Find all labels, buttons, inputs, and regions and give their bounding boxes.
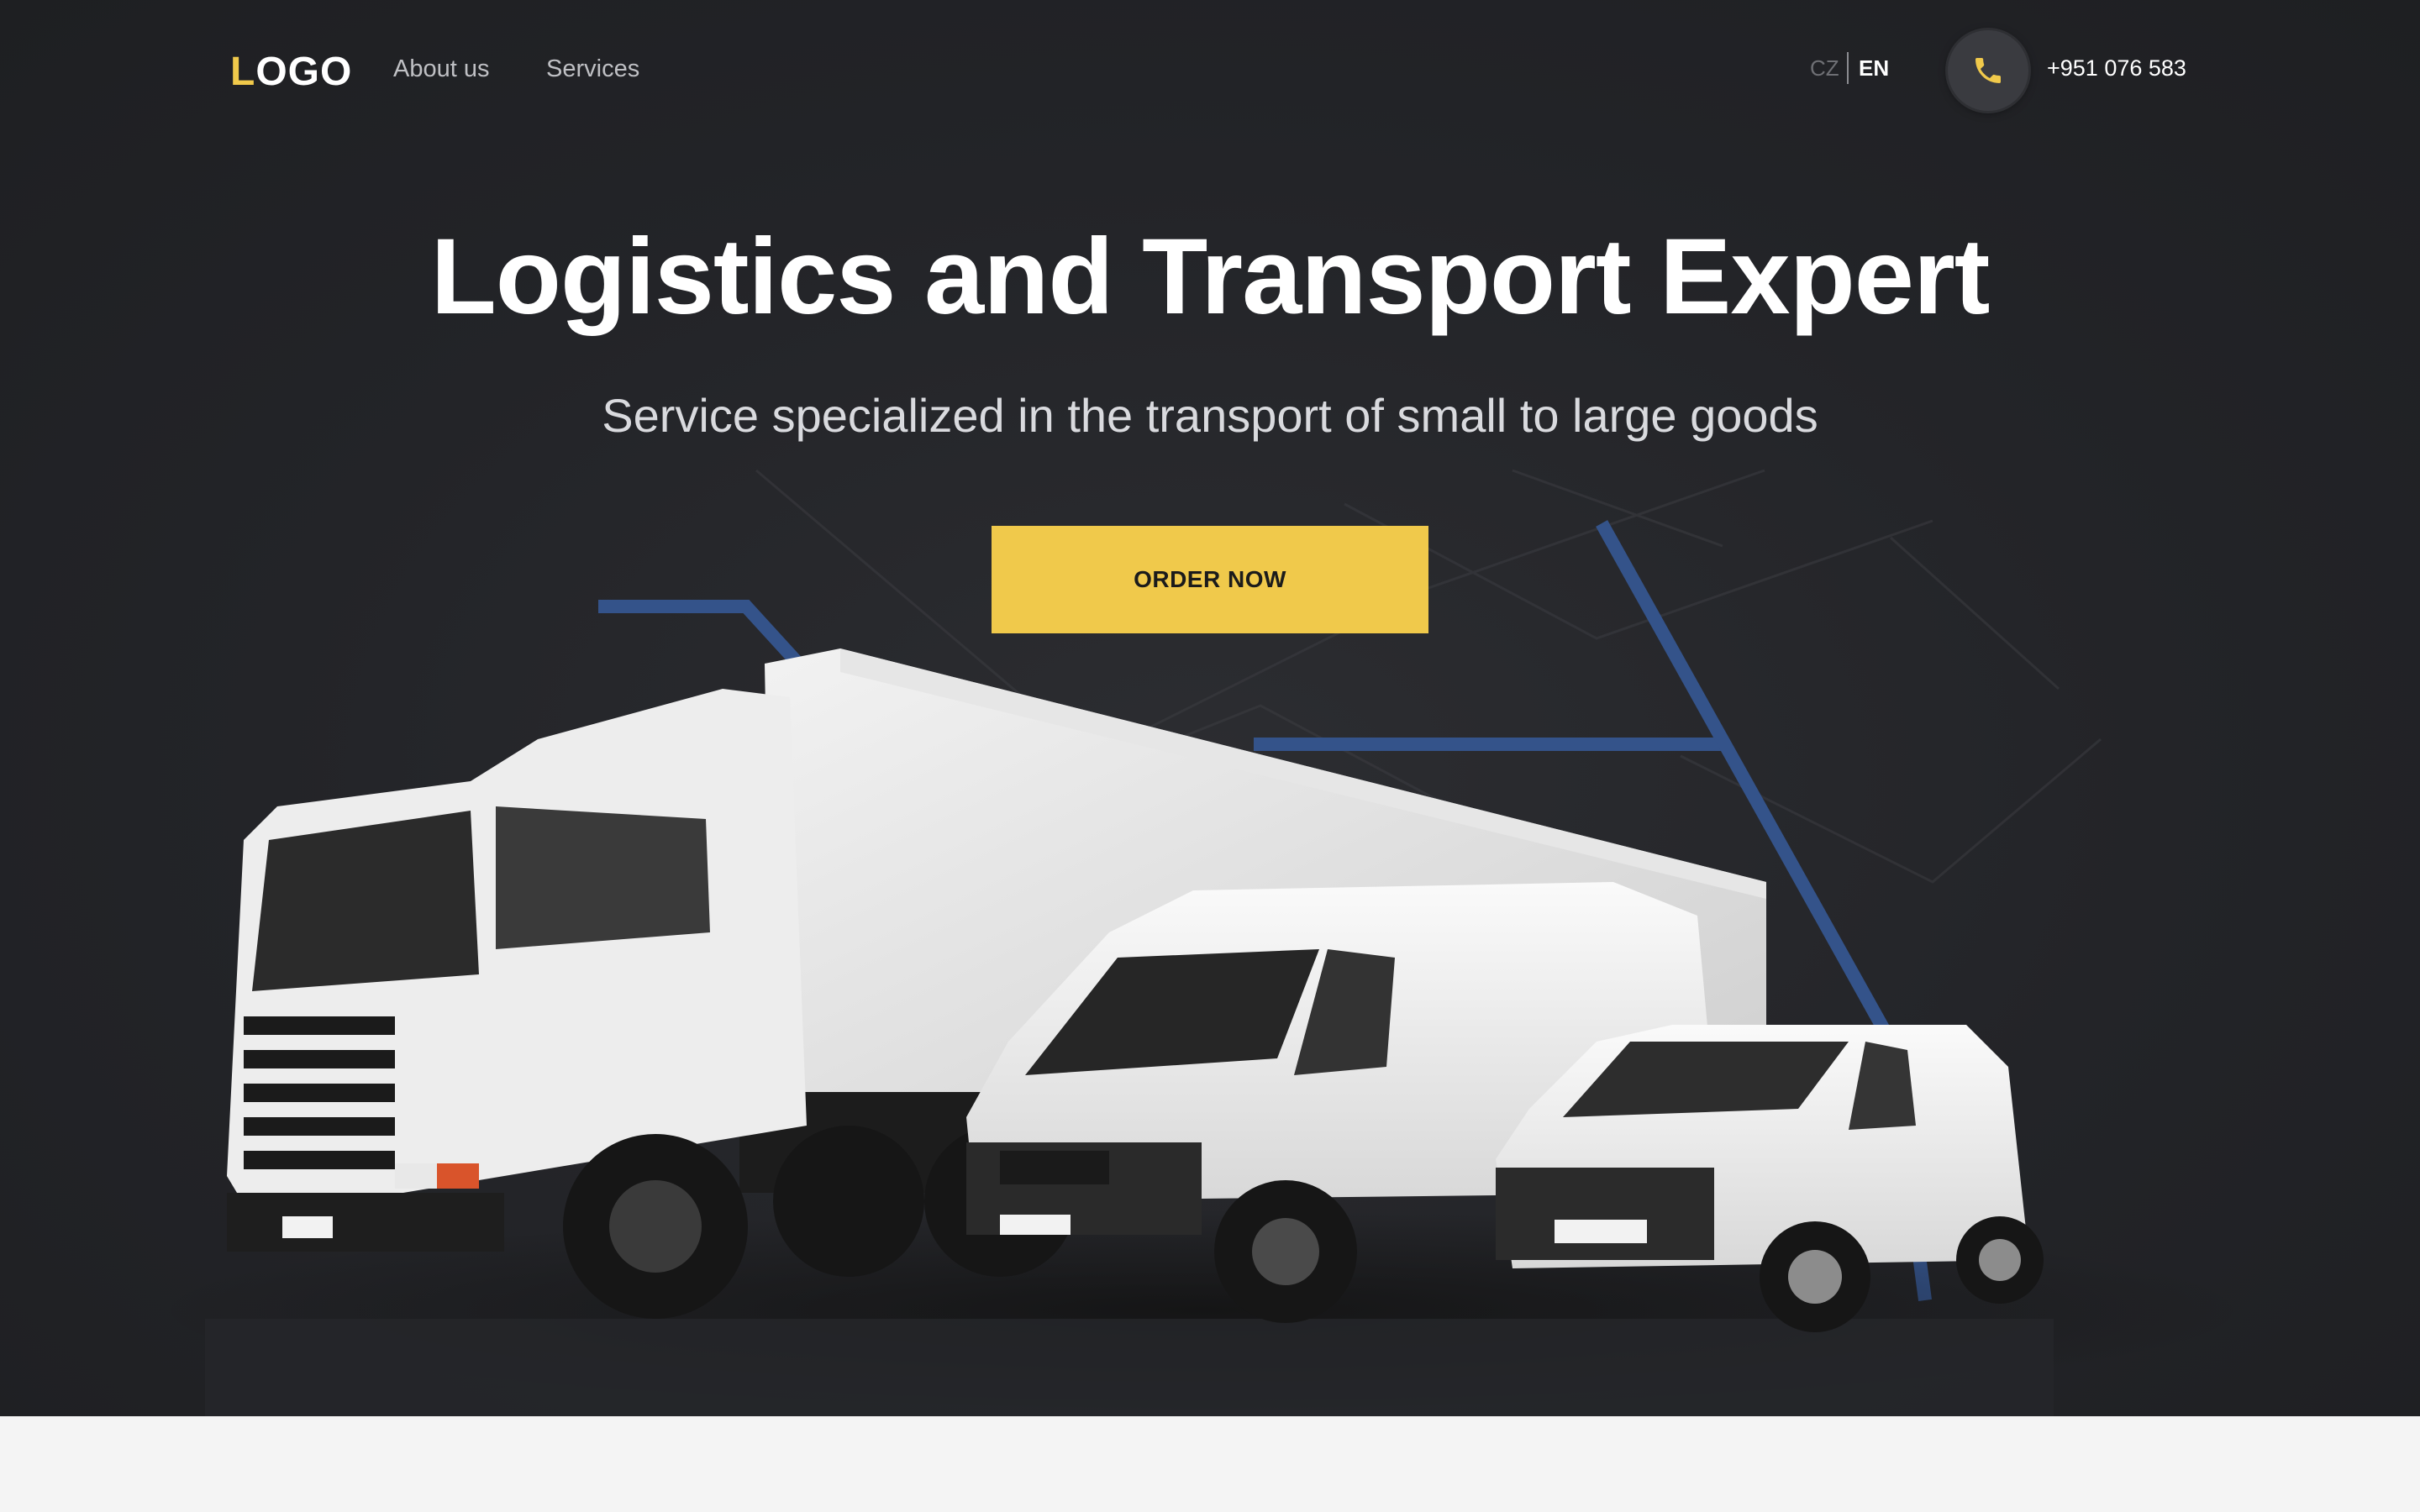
phone-icon — [1975, 58, 2001, 83]
logo-accent-letter: L — [230, 50, 256, 94]
language-divider — [1847, 52, 1849, 84]
language-en[interactable]: EN — [1859, 55, 1889, 81]
nav-link-about[interactable]: About us — [393, 55, 489, 83]
logo-text: OGO — [255, 50, 353, 94]
hero-section: LOGO About us Services CZ EN +951 076 58… — [0, 0, 2420, 1416]
nav-link-services[interactable]: Services — [546, 55, 639, 83]
language-cz[interactable]: CZ — [1810, 55, 1839, 81]
vehicle-fleet-image — [151, 469, 2252, 1416]
hero-title: Logistics and Transport Expert — [430, 217, 1991, 337]
hero-subtitle: Service specialized in the transport of … — [602, 389, 1818, 442]
order-now-button[interactable]: ORDER NOW — [992, 526, 1428, 633]
next-section — [0, 1416, 2420, 1512]
phone-number[interactable]: +951 076 583 — [2047, 55, 2186, 81]
phone-button[interactable] — [1948, 30, 2028, 111]
logo[interactable]: LOGO — [230, 49, 352, 95]
